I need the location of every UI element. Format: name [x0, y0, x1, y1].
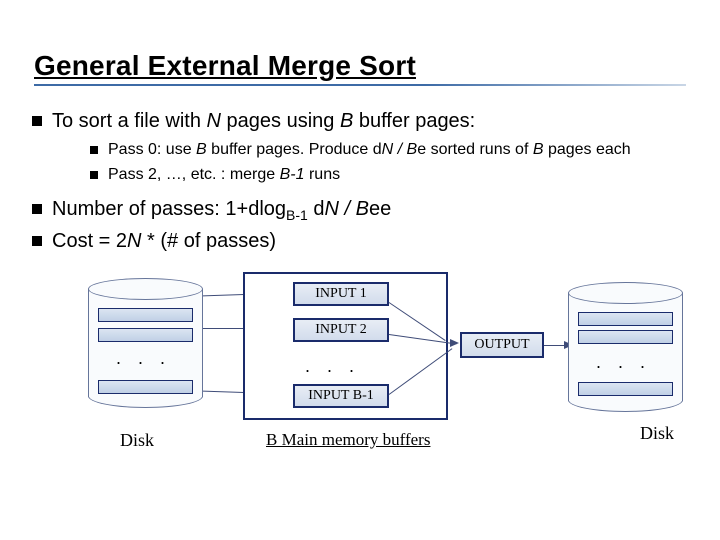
disk-right-label: Disk [640, 423, 674, 444]
disk-left-label: Disk [120, 430, 154, 451]
input-2-buffer: INPUT 2 [293, 318, 389, 342]
output-buffer: OUTPUT [460, 332, 544, 358]
disk-right-dots: . . . [596, 352, 651, 373]
disk-left: . . . [88, 278, 203, 408]
sub-bullet-1: Pass 0: use B buffer pages. Produce dN /… [88, 140, 700, 161]
sub-bullet-2: Pass 2, …, etc. : merge B-1 runs [88, 165, 700, 186]
disk-left-dots: . . . [116, 348, 171, 369]
memory-label: B Main memory buffers [266, 430, 430, 450]
slide-title: General External Merge Sort [34, 50, 686, 82]
title-underline [34, 84, 686, 86]
slide-body: To sort a file with N pages using B buff… [0, 108, 720, 458]
input-1-buffer: INPUT 1 [293, 282, 389, 306]
input-b-buffer: INPUT B-1 [293, 384, 389, 408]
bullet-3: Cost = 2N * (# of passes) [28, 228, 700, 254]
buffer-dots: . . . [305, 356, 360, 377]
bullet-1: To sort a file with N pages using B buff… [28, 108, 700, 186]
bullet-2: Number of passes: 1+dlogB-1 dN / Bee [28, 196, 700, 224]
diagram: . . . Disk INPUT 1 INPUT 2 . . . INPUT B… [28, 268, 700, 458]
disk-right: . . . [568, 282, 683, 412]
memory-buffers: INPUT 1 INPUT 2 . . . INPUT B-1 [243, 272, 448, 420]
